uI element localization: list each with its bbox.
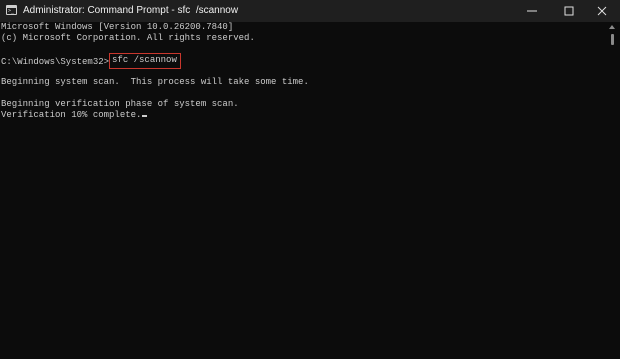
text-cursor bbox=[142, 115, 148, 117]
window-title: Administrator: Command Prompt - sfc /sca… bbox=[23, 5, 239, 16]
command-prompt-window: >_ Administrator: Command Prompt - sfc /… bbox=[0, 0, 620, 359]
progress-text: Verification 10% complete. bbox=[1, 110, 142, 120]
console-line: Beginning verification phase of system s… bbox=[1, 99, 239, 109]
scroll-up-icon[interactable] bbox=[609, 25, 615, 29]
console-line: (c) Microsoft Corporation. All rights re… bbox=[1, 33, 255, 43]
maximize-icon bbox=[564, 6, 574, 16]
progress-line: Verification 10% complete. bbox=[1, 110, 148, 121]
scrollbar-thumb[interactable] bbox=[611, 34, 614, 45]
vertical-scrollbar[interactable] bbox=[606, 22, 620, 359]
maximize-button[interactable] bbox=[551, 0, 587, 22]
command-prompt-icon: >_ bbox=[6, 5, 17, 15]
console-line: Beginning system scan. This process will… bbox=[1, 77, 309, 87]
minimize-icon bbox=[527, 10, 537, 12]
title-bar[interactable]: >_ Administrator: Command Prompt - sfc /… bbox=[0, 0, 620, 22]
prompt-path: C:\Windows\System32> bbox=[1, 57, 110, 67]
close-icon bbox=[597, 6, 607, 16]
console-line: Microsoft Windows [Version 10.0.26200.78… bbox=[1, 22, 234, 32]
minimize-button[interactable] bbox=[514, 0, 550, 22]
command-line: C:\Windows\System32> sfc /scannow bbox=[1, 53, 181, 71]
highlighted-command: sfc /scannow bbox=[109, 53, 181, 69]
console-output[interactable]: Microsoft Windows [Version 10.0.26200.78… bbox=[0, 22, 606, 359]
close-button[interactable] bbox=[584, 0, 620, 22]
